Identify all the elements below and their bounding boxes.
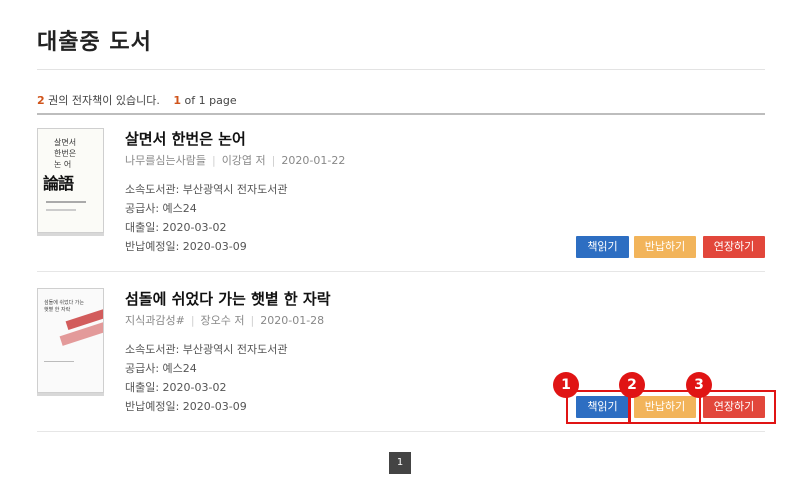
book-item: 살면서 한번은 논 어 論語 살면서 한번은 논어 나무를심는사람들 | 이강엽 저… — [37, 128, 765, 268]
cover-text: 논 어 — [54, 160, 72, 169]
item-divider — [37, 431, 765, 432]
book-supplier: 공급사: 예스24 — [125, 202, 197, 215]
loan-page: 대출중 도서 2 권의 전자책이 있습니다. 1 of 1 page 살면서 한… — [0, 0, 800, 499]
cover-big-text: 論語 — [43, 174, 74, 193]
page-total-text: of 1 page — [184, 94, 237, 107]
page-current: 1 — [173, 94, 182, 107]
meta-divider: | — [271, 154, 276, 167]
book-count: 2 — [37, 94, 45, 107]
title-divider — [37, 69, 765, 70]
extend-button[interactable]: 연장하기 — [703, 236, 765, 258]
cover-decoration — [46, 201, 86, 203]
book-title[interactable]: 섬돌에 쉬었다 가는 햇볕 한 자락 — [125, 288, 331, 309]
book-details: 소속도서관: 부산광역시 전자도서관 공급사: 예스24 대출일: 2020-0… — [125, 180, 288, 256]
page-title: 대출중 도서 — [37, 30, 152, 55]
cover-text: 살면서 — [54, 138, 77, 147]
cover-text: 섬돌에 쉬었다 가는 — [44, 300, 84, 306]
book-meta: 지식과감성# | 장오수 저 | 2020-01-28 — [125, 312, 324, 328]
book-cover-image[interactable]: 섬돌에 쉬었다 가는 햇볕 한 자락 — [37, 288, 104, 393]
pagination-page-1[interactable]: 1 — [389, 452, 411, 474]
cover-decoration — [46, 209, 76, 211]
annotation-badge-2: 2 — [619, 372, 645, 398]
book-loan-date: 대출일: 2020-03-02 — [125, 221, 227, 234]
list-top-divider — [37, 113, 765, 115]
cover-decoration — [44, 361, 74, 362]
return-button[interactable]: 반납하기 — [634, 236, 696, 258]
book-author: 이강엽 저 — [221, 154, 266, 167]
annotation-badge-3: 3 — [686, 372, 712, 398]
book-details: 소속도서관: 부산광역시 전자도서관 공급사: 예스24 대출일: 2020-0… — [125, 340, 288, 416]
highlight-extend-button — [699, 390, 776, 424]
cover-text: 한번은 — [54, 149, 77, 158]
highlight-read-button — [566, 390, 630, 424]
summary-line: 2 권의 전자책이 있습니다. 1 of 1 page — [37, 92, 237, 108]
book-library: 소속도서관: 부산광역시 전자도서관 — [125, 343, 288, 356]
book-library: 소속도서관: 부산광역시 전자도서관 — [125, 183, 288, 196]
book-count-text: 권의 전자책이 있습니다. — [48, 94, 160, 107]
cover-text: 햇볕 한 자락 — [44, 307, 71, 313]
annotation-badge-1: 1 — [553, 372, 579, 398]
book-publisher: 지식과감성# — [125, 314, 185, 327]
book-pub-date: 2020-01-22 — [281, 154, 346, 167]
book-loan-date: 대출일: 2020-03-02 — [125, 381, 227, 394]
book-publisher: 나무를심는사람들 — [125, 154, 206, 167]
book-cover-image[interactable]: 살면서 한번은 논 어 論語 — [37, 128, 104, 233]
meta-divider: | — [250, 314, 255, 327]
meta-divider: | — [190, 314, 195, 327]
book-due-date: 반납예정일: 2020-03-09 — [125, 240, 247, 253]
book-supplier: 공급사: 예스24 — [125, 362, 197, 375]
book-pub-date: 2020-01-28 — [260, 314, 325, 327]
book-title[interactable]: 살면서 한번은 논어 — [125, 128, 246, 149]
meta-divider: | — [211, 154, 216, 167]
book-due-date: 반납예정일: 2020-03-09 — [125, 400, 247, 413]
book-meta: 나무를심는사람들 | 이강엽 저 | 2020-01-22 — [125, 152, 345, 168]
book-author: 장오수 저 — [200, 314, 245, 327]
item-divider — [37, 271, 765, 272]
read-button[interactable]: 책읽기 — [576, 236, 629, 258]
